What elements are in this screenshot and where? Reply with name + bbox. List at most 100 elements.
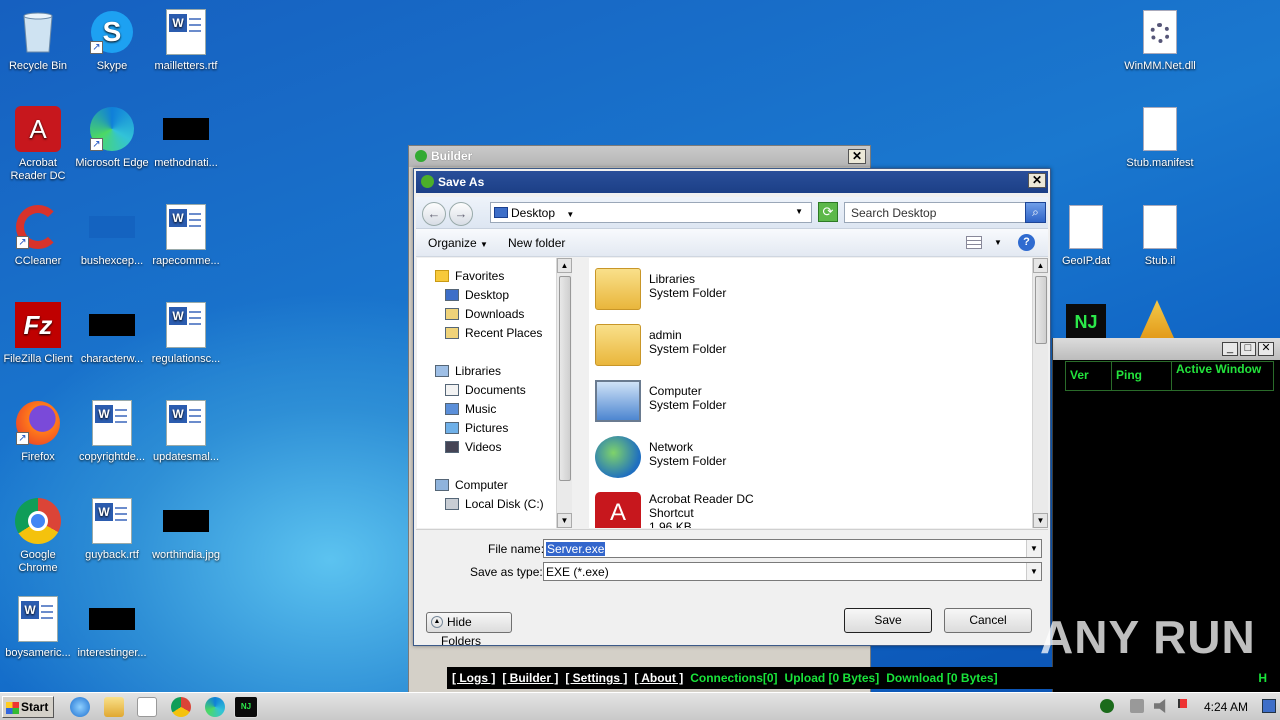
- tree-desktop[interactable]: Desktop: [445, 286, 509, 304]
- tree-libraries[interactable]: Libraries: [435, 362, 501, 380]
- vlc-icon[interactable]: [1140, 300, 1174, 338]
- logs-link[interactable]: [ Logs ]: [452, 671, 495, 685]
- list-item[interactable]: admin System Folder: [593, 320, 893, 372]
- scroll-thumb[interactable]: [559, 276, 571, 481]
- address-box[interactable]: Desktop ▼ ▼: [490, 202, 812, 223]
- clock[interactable]: 4:24 AM: [1204, 700, 1248, 714]
- back-icon[interactable]: ←: [422, 202, 446, 226]
- minimize-icon[interactable]: _: [1222, 342, 1238, 356]
- skype-icon: S ↗: [88, 8, 136, 56]
- save-type-select[interactable]: EXE (*.exe) ▼: [543, 562, 1042, 581]
- desktop-icon-boysameric[interactable]: boysameric...: [0, 595, 76, 660]
- close-icon[interactable]: ✕: [1258, 342, 1274, 356]
- new-folder-button[interactable]: New folder: [508, 236, 565, 250]
- desktop-icon-mailletters[interactable]: mailletters.rtf: [148, 8, 224, 73]
- desktop-icon-guyback[interactable]: guyback.rtf: [74, 497, 150, 562]
- media-player-icon[interactable]: [137, 697, 157, 717]
- desktop-icon-geoip[interactable]: GeoIP.dat: [1048, 203, 1124, 268]
- desktop-icon-ccleaner[interactable]: ↗ CCleaner: [0, 203, 76, 268]
- list-item[interactable]: A Acrobat Reader DC Shortcut 1.96 KB: [593, 488, 893, 528]
- desktop-icon-copyrightde[interactable]: copyrightde...: [74, 399, 150, 464]
- maximize-icon[interactable]: □: [1240, 342, 1256, 356]
- tree-documents[interactable]: Documents: [445, 381, 526, 399]
- desktop-icon-skype[interactable]: S ↗ Skype: [74, 8, 150, 73]
- tree-pictures[interactable]: Pictures: [445, 419, 508, 437]
- save-as-title-bar[interactable]: Save As ✕: [416, 171, 1048, 193]
- column-ping[interactable]: Ping: [1112, 362, 1172, 390]
- desktop-icon-recycle-bin[interactable]: Recycle Bin: [0, 8, 76, 73]
- refresh-icon[interactable]: ⟳: [818, 202, 838, 222]
- save-as-dialog[interactable]: Save As ✕ ← → Desktop ▼ ▼ ⟳ Search Deskt…: [413, 168, 1051, 648]
- chevron-down-icon[interactable]: ▼: [1026, 563, 1041, 580]
- show-desktop-icon[interactable]: [1262, 699, 1276, 713]
- scroll-down-icon[interactable]: ▼: [1033, 513, 1048, 528]
- flag-icon[interactable]: [1178, 699, 1192, 708]
- desktop-icon-bushexcep[interactable]: bushexcep...: [74, 203, 150, 268]
- desktop-icon-rapecomme[interactable]: rapecomme...: [148, 203, 224, 268]
- scroll-up-icon[interactable]: ▲: [557, 258, 572, 273]
- scroll-down-icon[interactable]: ▼: [557, 513, 572, 528]
- forward-icon[interactable]: →: [449, 202, 473, 226]
- tree-favorites[interactable]: Favorites: [435, 267, 504, 285]
- column-ver[interactable]: Ver: [1066, 362, 1112, 390]
- scroll-up-icon[interactable]: ▲: [1033, 258, 1048, 273]
- desktop-icon-interestinger[interactable]: interestinger...: [74, 595, 150, 660]
- tree-computer[interactable]: Computer: [435, 476, 508, 494]
- column-active-window[interactable]: Active Window: [1172, 362, 1272, 390]
- about-link[interactable]: [ About ]: [634, 671, 683, 685]
- desktop-icon-methodnati[interactable]: methodnati...: [148, 105, 224, 170]
- desktop-icon-edge[interactable]: ↗ Microsoft Edge: [74, 105, 150, 170]
- list-item[interactable]: Computer System Folder: [593, 376, 893, 428]
- organize-menu[interactable]: Organize ▼: [428, 236, 488, 250]
- cancel-button[interactable]: Cancel: [944, 608, 1032, 633]
- edge-icon[interactable]: [205, 697, 225, 717]
- search-input[interactable]: Search Desktop ⌕: [844, 202, 1046, 223]
- tree-videos[interactable]: Videos: [445, 438, 501, 456]
- hide-folders-button[interactable]: ▲ Hide Folders: [426, 612, 512, 648]
- njrat-icon[interactable]: NJ: [1066, 304, 1106, 340]
- njrat-taskbar-icon[interactable]: NJ: [234, 696, 258, 718]
- settings-link[interactable]: [ Settings ]: [565, 671, 627, 685]
- njrat-title-bar[interactable]: _ □ ✕: [1053, 338, 1280, 360]
- view-dropdown-icon[interactable]: ▼: [994, 238, 1002, 247]
- builder-link[interactable]: [ Builder ]: [502, 671, 558, 685]
- desktop-icon-updatesmal[interactable]: updatesmal...: [148, 399, 224, 464]
- desktop-icon-chrome[interactable]: Google Chrome: [0, 497, 76, 575]
- tree-local-disk[interactable]: Local Disk (C:): [445, 495, 544, 513]
- list-item[interactable]: Network System Folder: [593, 432, 893, 484]
- scroll-thumb[interactable]: [1035, 276, 1047, 344]
- close-icon[interactable]: ✕: [848, 149, 866, 164]
- tree-scrollbar[interactable]: ▲ ▼: [556, 258, 572, 528]
- desktop-icon-stub-il[interactable]: Stub.il: [1122, 203, 1198, 268]
- desktop-icon-firefox[interactable]: ↗ Firefox: [0, 399, 76, 464]
- address-dropdown-icon[interactable]: ▼: [795, 207, 803, 216]
- chrome-icon[interactable]: [171, 697, 191, 717]
- tree-music[interactable]: Music: [445, 400, 496, 418]
- close-icon[interactable]: ✕: [1028, 173, 1046, 188]
- ie-icon[interactable]: [70, 697, 90, 717]
- network-tray-icon[interactable]: [1130, 699, 1144, 713]
- tree-downloads[interactable]: Downloads: [445, 305, 524, 323]
- help-icon[interactable]: ?: [1018, 234, 1035, 251]
- tree-recent-places[interactable]: Recent Places: [445, 324, 542, 342]
- chevron-down-icon[interactable]: ▼: [1026, 540, 1041, 557]
- desktop-icon-worthindia[interactable]: worthindia.jpg: [148, 497, 224, 562]
- builder-title-bar[interactable]: Builder ✕: [409, 146, 870, 167]
- njrat-tray-icon[interactable]: [1100, 699, 1114, 713]
- start-button[interactable]: Start: [2, 696, 54, 718]
- desktop-icon-filezilla[interactable]: Fz FileZilla Client: [0, 301, 76, 366]
- desktop-icon-stub-manifest[interactable]: Stub.manifest: [1122, 105, 1198, 170]
- desktop-icon-acrobat[interactable]: A Acrobat Reader DC: [0, 105, 76, 183]
- desktop-icon-regulationsc[interactable]: regulationsc...: [148, 301, 224, 366]
- list-item[interactable]: Libraries System Folder: [593, 264, 893, 316]
- desktop-icon-winmm-dll[interactable]: WinMM.Net.dll: [1122, 8, 1198, 73]
- search-icon[interactable]: ⌕: [1025, 202, 1046, 223]
- view-options-icon[interactable]: [966, 236, 982, 249]
- volume-icon[interactable]: [1154, 699, 1166, 713]
- desktop-icon-characterw[interactable]: characterw...: [74, 301, 150, 366]
- save-button[interactable]: Save: [844, 608, 932, 633]
- file-list-scrollbar[interactable]: ▲ ▼: [1032, 258, 1048, 528]
- explorer-icon[interactable]: [104, 697, 124, 717]
- breadcrumb-chevron-icon[interactable]: ▼: [566, 210, 574, 219]
- file-name-input[interactable]: Server.exe ▼: [543, 539, 1042, 558]
